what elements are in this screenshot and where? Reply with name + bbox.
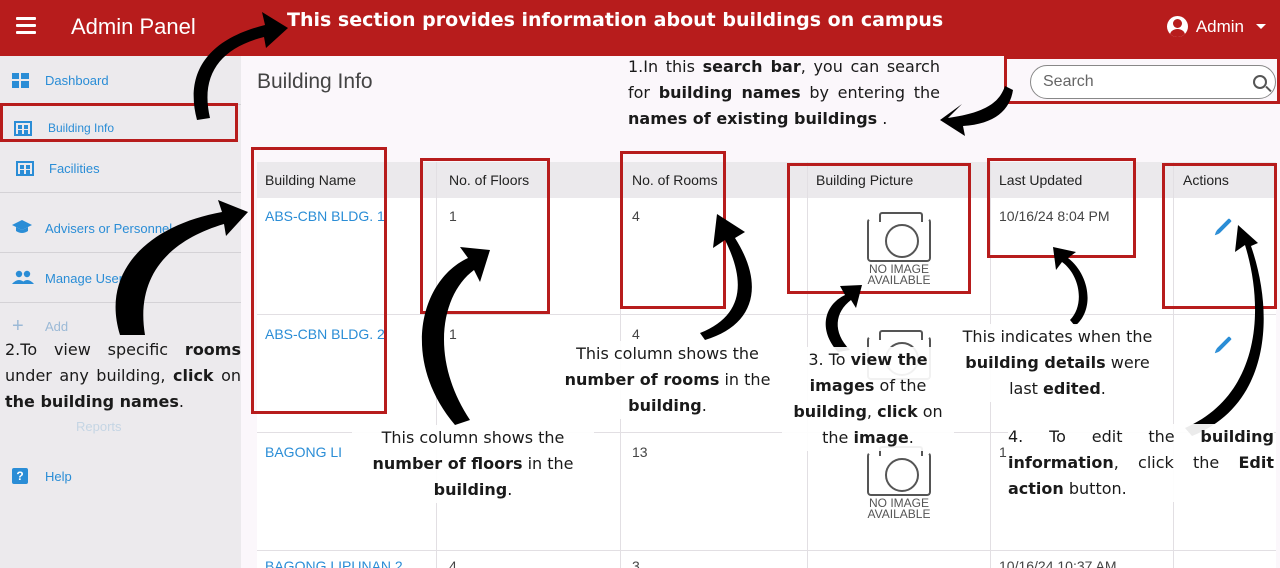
sidebar-item-label: Reports: [76, 418, 122, 434]
page-title: Building Info: [257, 70, 373, 93]
floors-value: 4: [449, 558, 457, 568]
chevron-down-icon: [1256, 24, 1266, 29]
graduation-cap-icon: [12, 219, 32, 238]
rooms-value: 13: [632, 444, 648, 460]
note-edit: 4. To edit the building information, cli…: [1008, 424, 1274, 502]
account-circle-icon: [1166, 16, 1188, 37]
sidebar-item-manage-user[interactable]: Manage User: [0, 254, 241, 302]
note-last-updated: This indicates when the building details…: [950, 324, 1165, 402]
no-image-label: NO IMAGE AVAILABLE: [867, 496, 931, 521]
floors-value: 1: [449, 326, 457, 342]
camera-icon: [867, 446, 931, 496]
sidebar-item-dashboard[interactable]: Dashboard: [0, 56, 241, 104]
section-description-note: This section provides information about …: [287, 9, 944, 31]
dashboard-icon: [12, 72, 29, 88]
building-picture[interactable]: NO IMAGE AVAILABLE: [815, 438, 983, 538]
help-icon: ?: [12, 468, 28, 484]
highlight-picture: [787, 163, 971, 294]
highlight-actions: [1162, 163, 1277, 309]
highlight-building-names: [251, 147, 387, 414]
sidebar-item-label: Advisers or Personnel: [45, 220, 173, 236]
sidebar-item-label: Add: [45, 318, 69, 334]
edit-icon[interactable]: [1216, 336, 1232, 352]
highlight-rooms: [620, 151, 726, 309]
sidebar-item-label: Facilities: [49, 160, 100, 176]
sidebar-item-facilities[interactable]: Facilities: [0, 144, 241, 192]
highlight-floors: [420, 158, 550, 314]
sidebar-item-advisers[interactable]: Advisers or Personnel: [0, 204, 241, 252]
note-images: 3. To view the images of the building, c…: [782, 347, 954, 451]
plus-icon: +: [12, 314, 24, 337]
people-icon: [12, 270, 34, 287]
user-menu[interactable]: Admin: [1166, 16, 1266, 37]
rooms-value: 4: [632, 326, 640, 342]
top-app-bar: Admin Panel This section provides inform…: [0, 0, 1280, 56]
menu-icon[interactable]: [16, 17, 36, 37]
app-title: Admin Panel: [71, 14, 196, 39]
note-floors: This column shows the number of floors i…: [352, 425, 594, 503]
highlight-last-updated: [987, 158, 1136, 258]
sidebar-item-label: Help: [45, 468, 72, 484]
highlight-building-info: [0, 103, 238, 142]
building-icon: [16, 160, 34, 176]
building-name-link[interactable]: BAGONG LI: [265, 444, 342, 460]
rooms-value: 3: [632, 558, 640, 568]
last-updated-value: 1: [999, 444, 1007, 460]
sidebar-item-help[interactable]: ? Help: [0, 452, 241, 500]
note-search: 1.In this search bar, you can search for…: [628, 57, 941, 128]
building-name-link[interactable]: BAGONG LIPUNAN 2: [265, 558, 403, 568]
sidebar-item-label: Dashboard: [45, 72, 109, 88]
note-rooms: This column shows the number of rooms in…: [560, 341, 775, 419]
last-updated-value: 10/16/24 10:37 AM: [999, 558, 1117, 568]
highlight-search: [1004, 56, 1280, 104]
sidebar-item-label: Manage User: [45, 270, 124, 286]
note-view-rooms: 2.To view specific rooms under any build…: [5, 337, 241, 415]
user-name: Admin: [1195, 16, 1244, 36]
